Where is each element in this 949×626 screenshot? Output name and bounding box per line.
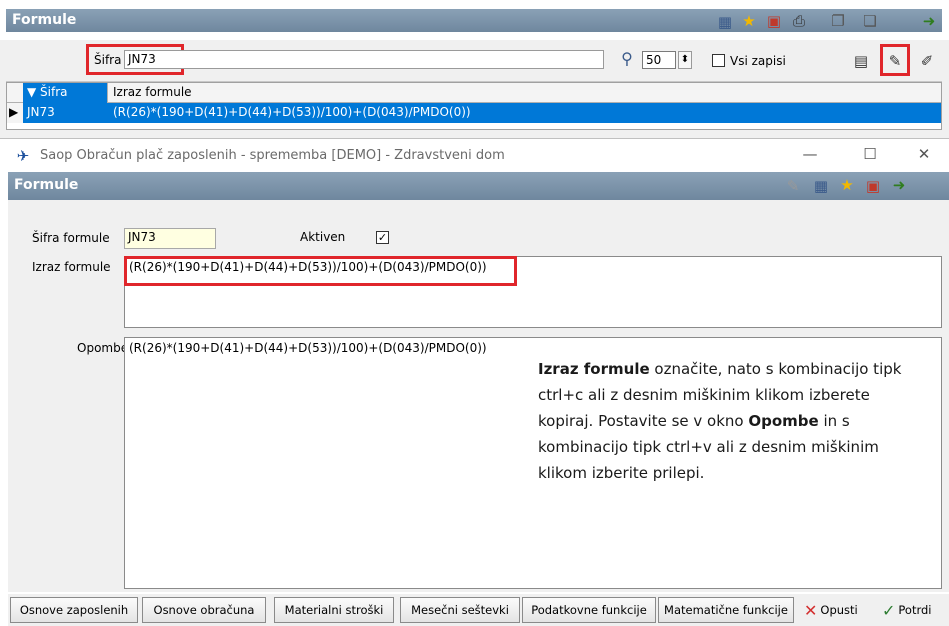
dialog-window-title: Saop Obračun plač zaposlenih - sprememba… [40, 148, 505, 163]
instruction-text: Izraz formule označite, nato s kombinaci… [538, 356, 908, 486]
cell-izraz[interactable]: (R(26)*(190+D(41)+D(44)+D(53))/100)+(D(0… [109, 103, 929, 123]
column-header-sifra-label: Šifra [40, 85, 68, 99]
potrdi-button[interactable]: ✓ Potrdi [882, 597, 932, 623]
table-row[interactable]: ▶ JN73 (R(26)*(190+D(41)+D(44)+D(53))/10… [7, 103, 941, 123]
osnove-obracuna-button[interactable]: Osnove obračuna [142, 597, 266, 623]
all-records-checkbox[interactable] [712, 54, 725, 67]
instruction-note: Izraz formule označite, nato s kombinaci… [538, 356, 908, 486]
dialog-header-title: Formule [14, 177, 79, 193]
records-grid: ▼ Šifra Izraz formule ▶ JN73 (R(26)*(190… [6, 82, 942, 130]
edit-icon[interactable]: ✎ [886, 52, 904, 70]
check-icon: ✓ [882, 600, 896, 620]
edit2-icon[interactable]: ✐ [918, 52, 936, 70]
aktiven-checkbox[interactable]: ✓ [376, 231, 389, 244]
column-header-izraz[interactable]: Izraz formule [109, 83, 941, 103]
copy2-icon[interactable]: ❏ [861, 13, 879, 30]
search-toolbar: Šifra JN73 ⚲ 50 ⬍ Vsi zapisi ▤ ✎ ✐ [6, 40, 942, 82]
print-icon[interactable]: ⎙ [790, 13, 808, 30]
opombe-label: Opombe [77, 341, 129, 355]
magnifier-icon[interactable]: ⚲ [618, 50, 636, 68]
search-label: Šifra [94, 53, 122, 67]
star-icon[interactable]: ★ [740, 13, 758, 30]
note-bold-izraz: Izraz formule [538, 360, 650, 378]
delete-icon[interactable]: ▣ [864, 178, 882, 195]
dialog-header-bar: Formule ✎ ▦ ★ ▣ ➜ [8, 172, 949, 200]
dialog-titlebar: ✈ Saop Obračun plač zaposlenih - spremem… [0, 139, 949, 172]
grid-header: ▼ Šifra Izraz formule [7, 83, 941, 103]
materialni-stroski-button[interactable]: Materialni stroški [274, 597, 394, 623]
podatkovne-funkcije-button[interactable]: Podatkovne funkcije [522, 597, 656, 623]
osnove-zaposlenih-button[interactable]: Osnove zaposlenih [10, 597, 138, 623]
aktiven-label: Aktiven [300, 230, 346, 244]
opusti-button[interactable]: ✕ Opusti [804, 597, 858, 623]
sifra-formule-label: Šifra formule [32, 231, 110, 245]
browse-title: Formule [12, 12, 77, 28]
cancel-icon: ✕ [804, 600, 818, 620]
matematicne-funkcije-button[interactable]: Matematične funkcije [658, 597, 794, 623]
row-indicator-icon: ▶ [7, 103, 23, 123]
column-header-sifra[interactable]: ▼ Šifra [23, 83, 108, 103]
exit-icon[interactable]: ➜ [890, 177, 908, 194]
edit-dialog: ✈ Saop Obračun plač zaposlenih - spremem… [0, 138, 949, 626]
grid-icon[interactable]: ▦ [716, 14, 734, 30]
izraz-formule-label: Izraz formule [32, 260, 111, 274]
star-icon[interactable]: ★ [838, 177, 856, 194]
copy-icon[interactable]: ❐ [829, 13, 847, 30]
edit-icon[interactable]: ✎ [784, 178, 802, 195]
mesecni-sestevki-button[interactable]: Mesečni seštevki [400, 597, 520, 623]
delete-icon[interactable]: ▣ [765, 13, 783, 30]
close-button[interactable]: ✕ [904, 145, 944, 167]
grid-icon[interactable]: ▦ [812, 178, 830, 195]
potrdi-label: Potrdi [898, 603, 932, 617]
browse-titlebar: Formule ▦ ★ ▣ ⎙ ❐ ❏ ➜ [0, 0, 949, 40]
new-icon[interactable]: ▤ [852, 52, 870, 70]
exit-icon[interactable]: ➜ [920, 13, 938, 30]
app-icon: ✈ [16, 146, 30, 165]
sifra-formule-field[interactable]: JN73 [124, 228, 216, 249]
all-records-label: Vsi zapisi [730, 54, 786, 68]
minimize-button[interactable]: — [790, 145, 830, 167]
search-input[interactable]: JN73 [124, 50, 604, 69]
maximize-button[interactable]: ☐ [850, 145, 890, 167]
opusti-label: Opusti [820, 603, 858, 617]
spin-icon[interactable]: ⬍ [678, 51, 692, 69]
bottom-button-bar: Osnove zaposlenih Osnove obračuna Materi… [8, 594, 949, 626]
note-bold-opombe: Opombe [748, 412, 819, 430]
cell-sifra[interactable]: JN73 [23, 103, 109, 123]
izraz-highlight [124, 256, 517, 286]
page-size-input[interactable]: 50 [642, 51, 676, 69]
